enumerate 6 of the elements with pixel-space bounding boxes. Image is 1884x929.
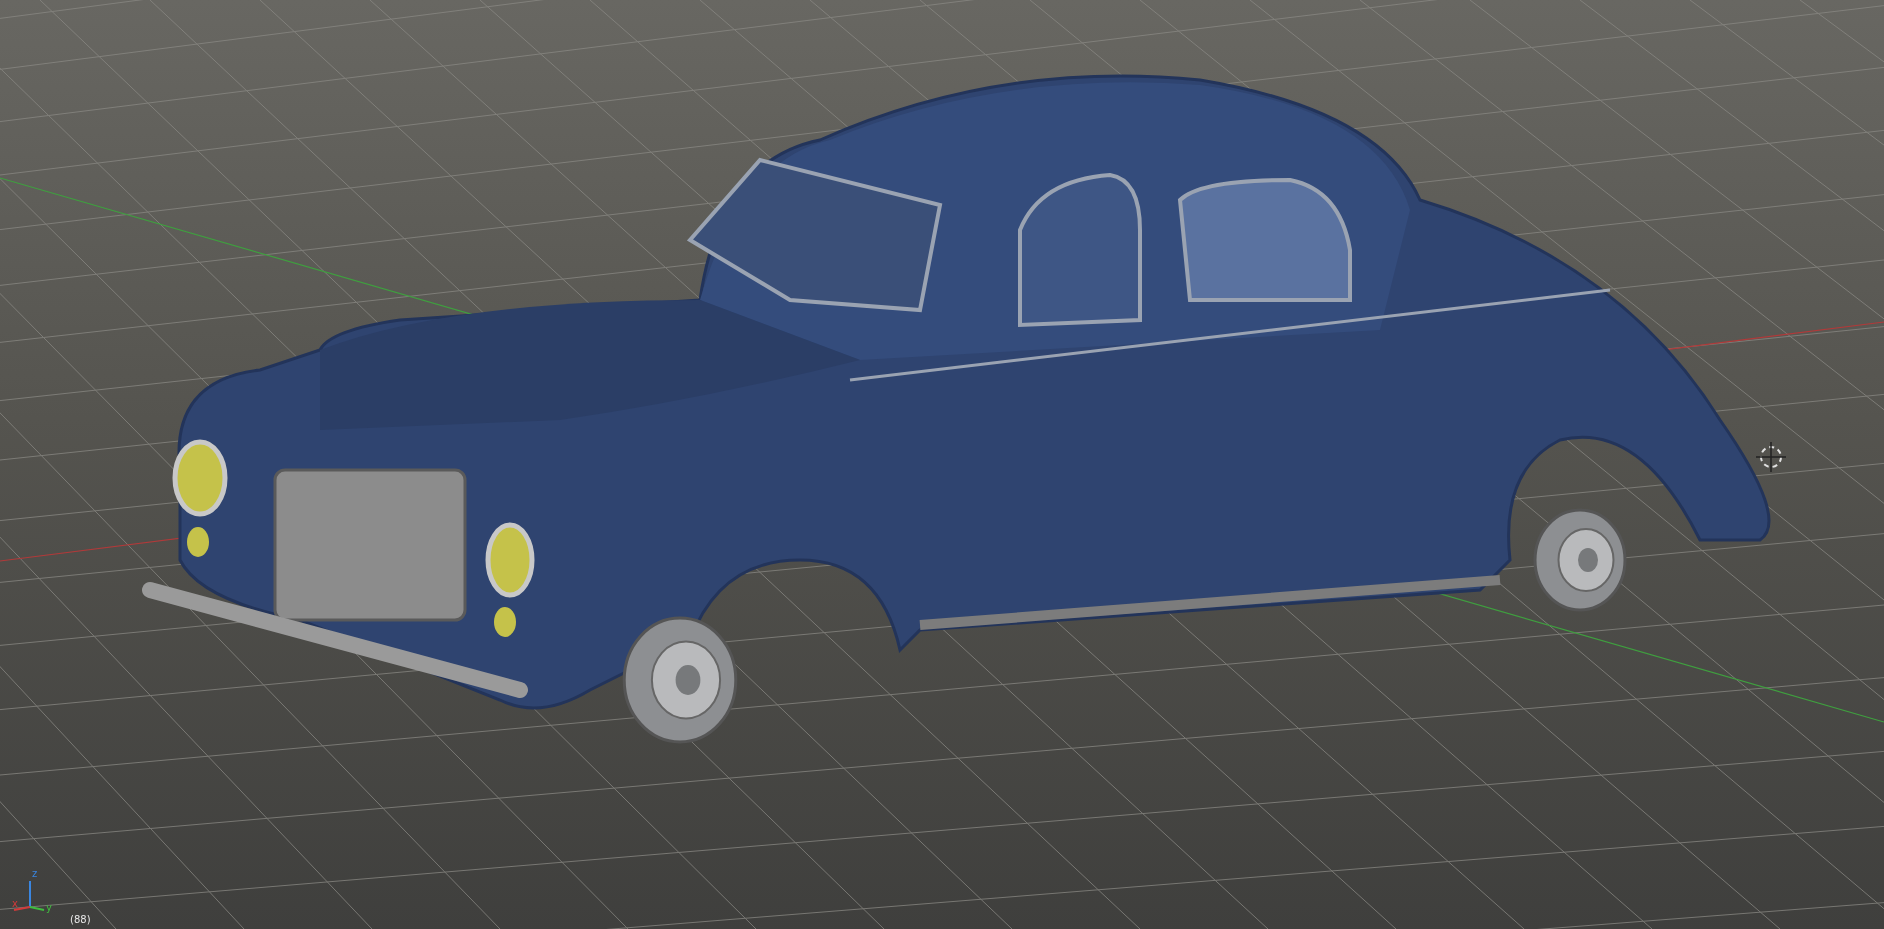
3d-viewport[interactable]: x y z (88) — [0, 0, 1884, 929]
axis-label: y — [46, 903, 52, 913]
axis-label: x — [12, 899, 18, 909]
axis-label: z — [32, 869, 38, 879]
3d-cursor-icon[interactable] — [1755, 441, 1787, 473]
frame-number: (88) — [70, 914, 91, 925]
